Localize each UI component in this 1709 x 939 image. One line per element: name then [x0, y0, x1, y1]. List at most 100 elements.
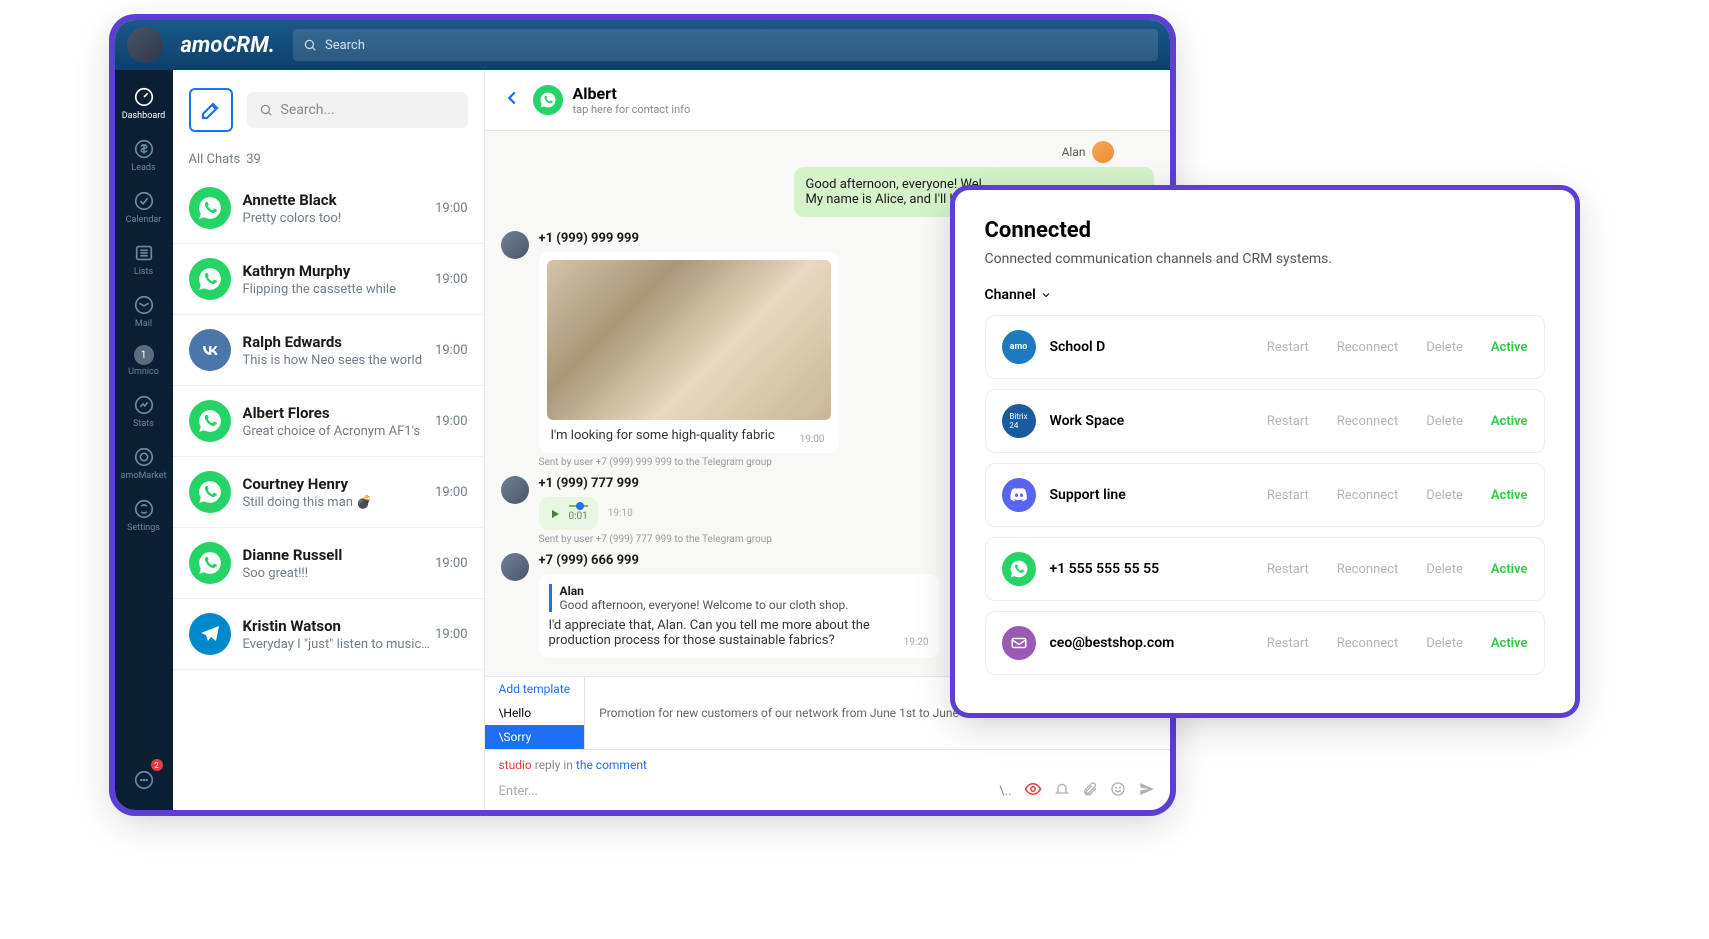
delete-button[interactable]: Delete	[1426, 414, 1463, 429]
restart-button[interactable]: Restart	[1267, 636, 1309, 651]
whatsapp-icon	[1002, 552, 1036, 586]
channel-filter[interactable]: Channel	[985, 287, 1545, 303]
delete-button[interactable]: Delete	[1426, 488, 1463, 503]
template-sorry[interactable]: \Sorry	[485, 725, 585, 749]
reconnect-button[interactable]: Reconnect	[1337, 414, 1398, 429]
logo: amoCRM.	[181, 33, 275, 58]
chat-time: 19:00	[435, 485, 467, 500]
chat-item[interactable]: Courtney Henry Still doing this man 💣19:0…	[173, 457, 484, 528]
send-button[interactable]	[1138, 780, 1156, 802]
chat-item[interactable]: Albert Flores Great choice of Acronym AF1…	[173, 386, 484, 457]
sender-avatar	[501, 231, 529, 259]
reconnect-button[interactable]: Reconnect	[1337, 340, 1398, 355]
chat-preview: This is how Neo sees the world	[243, 353, 436, 368]
delete-button[interactable]: Delete	[1426, 340, 1463, 355]
sidebar-item-dashboard[interactable]: Dashboard	[115, 78, 173, 128]
template-hello[interactable]: \Hello	[485, 701, 585, 725]
settings-icon	[132, 497, 156, 521]
vk-icon	[189, 329, 231, 371]
list-icon	[132, 241, 156, 265]
channel-row: amoSchool DRestartReconnectDeleteActive	[985, 315, 1545, 379]
chat-name: Albert Flores	[243, 404, 436, 422]
chat-preview: Great choice of Acronym AF1's	[243, 424, 436, 439]
reconnect-button[interactable]: Reconnect	[1337, 562, 1398, 577]
delete-button[interactable]: Delete	[1426, 636, 1463, 651]
user-avatar[interactable]	[127, 27, 163, 63]
reconnect-button[interactable]: Reconnect	[1337, 636, 1398, 651]
compose-hint: studio reply in the comment	[499, 758, 1156, 772]
message-input[interactable]: Enter...	[499, 784, 1000, 799]
chat-preview: Still doing this man 💣	[243, 495, 436, 510]
check-circle-icon	[132, 189, 156, 213]
sidebar-item-lists[interactable]: Lists	[115, 234, 173, 284]
image-attachment[interactable]	[547, 260, 831, 420]
panel-title: Connected	[985, 218, 1545, 243]
sidebar-item-amomarket[interactable]: amoMarket	[115, 438, 173, 488]
whatsapp-icon	[533, 85, 563, 115]
back-button[interactable]	[501, 87, 523, 113]
whatsapp-icon	[189, 471, 231, 513]
chat-name: Kristin Watson	[243, 617, 436, 635]
add-template-button[interactable]: Add template	[485, 677, 585, 701]
sidebar-item-settings[interactable]: Settings	[115, 490, 173, 540]
notification-badge: 2	[151, 759, 163, 771]
message-time: 19:10	[608, 508, 633, 519]
restart-button[interactable]: Restart	[1267, 562, 1309, 577]
sidebar-item-notifications[interactable]: 2	[115, 761, 173, 802]
email-icon	[1002, 626, 1036, 660]
gauge-icon	[132, 85, 156, 109]
restart-button[interactable]: Restart	[1267, 340, 1309, 355]
chat-tab-all[interactable]: All Chats 39	[173, 142, 484, 173]
sidebar-label: Mail	[135, 319, 152, 329]
chat-item[interactable]: Kathryn MurphyFlipping the cassette whil…	[173, 244, 484, 315]
chat-name: Courtney Henry	[243, 475, 436, 493]
sidebar-label: amoMarket	[121, 471, 167, 481]
sidebar-item-leads[interactable]: Leads	[115, 130, 173, 180]
compose-button[interactable]	[189, 88, 233, 132]
agent-label: Alan	[501, 141, 1114, 163]
slash-command-button[interactable]: \..	[999, 784, 1011, 799]
emoji-icon[interactable]	[1110, 781, 1126, 801]
global-search[interactable]: Search	[293, 29, 1158, 61]
chat-time: 19:00	[435, 414, 467, 429]
sidebar-item-umnico[interactable]: 1 Umnico	[115, 338, 173, 384]
chat-name: Annette Black	[243, 191, 436, 209]
chat-item[interactable]: Dianne RussellSoo great!!!19:00	[173, 528, 484, 599]
chat-preview: Soo great!!!	[243, 566, 436, 581]
chat-search[interactable]: Search...	[247, 92, 468, 128]
restart-button[interactable]: Restart	[1267, 414, 1309, 429]
whatsapp-icon	[189, 258, 231, 300]
message-bubble: I'm looking for some high-quality fabric…	[539, 252, 839, 453]
chat-item[interactable]: Annette BlackPretty colors too!19:00	[173, 173, 484, 244]
visibility-icon[interactable]	[1024, 780, 1042, 802]
audio-message[interactable]: 0:01	[539, 497, 598, 530]
sidebar-label: Calendar	[126, 215, 162, 225]
chat-item[interactable]: Kristin WatsonEveryday I "just" listen t…	[173, 599, 484, 670]
channel-name: Support line	[1050, 487, 1239, 503]
sender-avatar	[501, 553, 529, 581]
chat-time: 19:00	[435, 201, 467, 216]
channel-name: Work Space	[1050, 413, 1239, 429]
quote-text: Good afternoon, everyone! Welcome to our…	[560, 598, 929, 612]
sidebar-item-mail[interactable]: Mail	[115, 286, 173, 336]
stats-icon	[132, 393, 156, 417]
attachment-icon[interactable]	[1082, 781, 1098, 801]
bitrix-icon: Bitrix24	[1002, 404, 1036, 438]
status-badge: Active	[1491, 414, 1528, 429]
restart-button[interactable]: Restart	[1267, 488, 1309, 503]
sidebar-item-calendar[interactable]: Calendar	[115, 182, 173, 232]
quote-author: Alan	[560, 584, 929, 598]
reconnect-button[interactable]: Reconnect	[1337, 488, 1398, 503]
chat-time: 19:00	[435, 627, 467, 642]
chat-subtitle[interactable]: tap here for contact info	[573, 103, 691, 116]
chat-time: 19:00	[435, 343, 467, 358]
delete-button[interactable]: Delete	[1426, 562, 1463, 577]
sidebar-item-stats[interactable]: Stats	[115, 386, 173, 436]
chevron-down-icon	[1040, 289, 1052, 301]
chat-title: Albert	[573, 84, 691, 103]
status-badge: Active	[1491, 562, 1528, 577]
message-time: 19:20	[904, 637, 929, 648]
chat-item[interactable]: Ralph EdwardsThis is how Neo sees the wo…	[173, 315, 484, 386]
bell-icon[interactable]	[1054, 781, 1070, 801]
whatsapp-icon	[189, 187, 231, 229]
